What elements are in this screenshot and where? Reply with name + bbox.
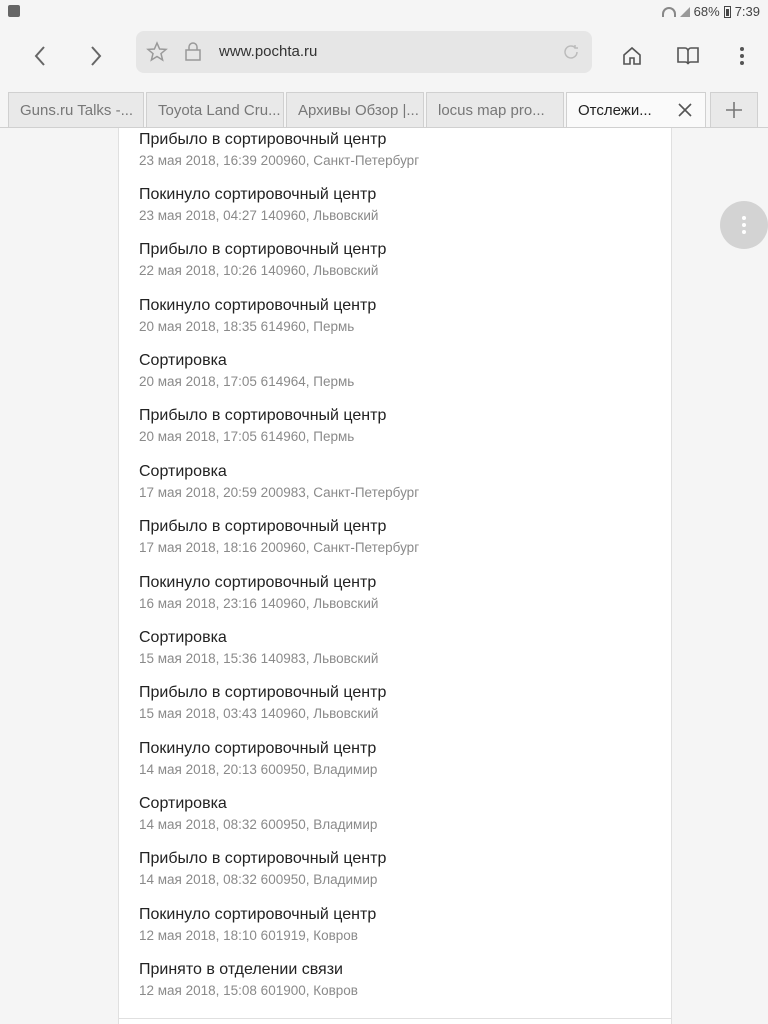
list-item: Покинуло сортировочный центр 23 мая 2018,…: [139, 185, 639, 225]
home-button[interactable]: [612, 36, 652, 76]
notification-icon: [8, 5, 20, 17]
list-item: Прибыло в сортировочный центр 23 мая 2018…: [139, 130, 639, 170]
more-vertical-icon-dot: [742, 223, 746, 227]
event-details: 17 мая 2018, 20:59 200983, Санкт-Петербу…: [139, 485, 420, 500]
menu-button[interactable]: [722, 36, 762, 76]
event-details: 23 мая 2018, 04:27 140960, Львовский: [139, 208, 379, 223]
clock: 7:39: [734, 4, 760, 19]
list-item: Сортировка 15 мая 2018, 15:36 140983, Льв…: [139, 628, 639, 668]
event-details: 12 мая 2018, 15:08 601900, Ковров: [139, 983, 358, 998]
list-item: Прибыло в сортировочный центр 15 мая 2018…: [139, 683, 639, 723]
browser-toolbar: www.pochta.ru: [0, 24, 768, 88]
list-item: Сортировка 20 мая 2018, 17:05 614964, Пер…: [139, 351, 639, 391]
status-indicators: 68% 7:39: [661, 4, 760, 19]
tab-label: Guns.ru Talks -...: [20, 102, 134, 119]
plus-icon: [726, 102, 742, 118]
list-item: Прибыло в сортировочный центр 20 мая 2018…: [139, 406, 639, 446]
tab-archives[interactable]: Архивы Обзор |...: [286, 92, 424, 127]
event-details: 17 мая 2018, 18:16 200960, Санкт-Петербу…: [139, 540, 420, 555]
event-status: Сортировка: [139, 629, 227, 646]
tab-toyota[interactable]: Toyota Land Cru...: [146, 92, 284, 127]
list-item: Покинуло сортировочный центр 12 мая 2018,…: [139, 905, 639, 945]
reload-icon[interactable]: [560, 41, 582, 63]
event-status: Прибыло в сортировочный центр: [139, 241, 387, 258]
list-item: Принято в отделении связи 12 мая 2018, 15…: [139, 960, 639, 1000]
list-item: Сортировка 17 мая 2018, 20:59 200983, Сан…: [139, 462, 639, 502]
tab-label: Архивы Обзор |...: [298, 102, 419, 119]
event-status: Покинуло сортировочный центр: [139, 740, 377, 757]
event-details: 14 мая 2018, 08:32 600950, Владимир: [139, 817, 378, 832]
list-item: Прибыло в сортировочный центр 14 мая 2018…: [139, 849, 639, 889]
bookmarks-button[interactable]: [668, 36, 708, 76]
event-status: Покинуло сортировочный центр: [139, 186, 377, 203]
event-details: 22 мая 2018, 10:26 140960, Львовский: [139, 263, 379, 278]
event-status: Сортировка: [139, 463, 227, 480]
url-text: www.pochta.ru: [219, 43, 318, 60]
battery-percent: 68%: [693, 4, 720, 19]
tab-tracking[interactable]: Отслежи...: [566, 92, 706, 128]
status-bar: 68% 7:39: [0, 0, 768, 24]
divider: [119, 1018, 671, 1019]
event-details: 14 мая 2018, 08:32 600950, Владимир: [139, 872, 378, 887]
more-vertical-icon: [742, 216, 746, 220]
lock-icon: [182, 41, 204, 63]
event-status: Сортировка: [139, 795, 227, 812]
tab-locus[interactable]: locus map pro...: [426, 92, 564, 127]
event-details: 20 мая 2018, 18:35 614960, Пермь: [139, 319, 355, 334]
list-item: Покинуло сортировочный центр 14 мая 2018,…: [139, 739, 639, 779]
floating-menu-button[interactable]: [720, 201, 768, 249]
list-item: Прибыло в сортировочный центр 22 мая 2018…: [139, 240, 639, 280]
event-status: Сортировка: [139, 352, 227, 369]
tab-label: Отслежи...: [578, 102, 652, 119]
back-button[interactable]: [20, 36, 60, 76]
new-tab-button[interactable]: [710, 92, 758, 127]
list-item: Сортировка 14 мая 2018, 08:32 600950, Вла…: [139, 794, 639, 834]
event-details: 16 мая 2018, 23:16 140960, Львовский: [139, 596, 379, 611]
event-details: 15 мая 2018, 03:43 140960, Львовский: [139, 706, 379, 721]
signal-icon: [679, 6, 690, 17]
tab-strip: Guns.ru Talks -... Toyota Land Cru... Ар…: [0, 92, 768, 128]
forward-button[interactable]: [76, 36, 116, 76]
event-details: 14 мая 2018, 20:13 600950, Владимир: [139, 762, 378, 777]
book-icon: [677, 47, 699, 65]
more-vertical-icon: [740, 47, 744, 65]
event-status: Покинуло сортировочный центр: [139, 574, 377, 591]
list-item: Покинуло сортировочный центр 16 мая 2018,…: [139, 573, 639, 613]
list-item: Покинуло сортировочный центр 20 мая 2018,…: [139, 296, 639, 336]
list-item: Прибыло в сортировочный центр 17 мая 2018…: [139, 517, 639, 557]
event-status: Прибыло в сортировочный центр: [139, 407, 387, 424]
event-status: Принято в отделении связи: [139, 961, 343, 978]
address-bar[interactable]: www.pochta.ru: [136, 31, 592, 73]
tab-label: locus map pro...: [438, 102, 545, 119]
event-details: 12 мая 2018, 18:10 601919, Ковров: [139, 928, 358, 943]
event-details: 15 мая 2018, 15:36 140983, Львовский: [139, 651, 379, 666]
event-details: 20 мая 2018, 17:05 614964, Пермь: [139, 374, 355, 389]
tracking-history: Прибыло в сортировочный центр 23 мая 2018…: [118, 128, 672, 1024]
event-status: Покинуло сортировочный центр: [139, 906, 377, 923]
chevron-right-icon: [91, 46, 102, 66]
event-status: Прибыло в сортировочный центр: [139, 518, 387, 535]
battery-icon: [723, 5, 731, 18]
home-icon: [623, 46, 641, 65]
tab-label: Toyota Land Cru...: [158, 102, 281, 119]
bookmark-star-icon[interactable]: [146, 41, 168, 63]
wifi-icon: [661, 6, 676, 17]
event-details: 23 мая 2018, 16:39 200960, Санкт-Петербу…: [139, 153, 420, 168]
event-status: Прибыло в сортировочный центр: [139, 131, 387, 148]
event-status: Прибыло в сортировочный центр: [139, 684, 387, 701]
chevron-left-icon: [34, 46, 45, 66]
close-tab-icon[interactable]: [677, 102, 693, 118]
event-status: Прибыло в сортировочный центр: [139, 850, 387, 867]
more-vertical-icon-dot: [742, 230, 746, 234]
tab-guns[interactable]: Guns.ru Talks -...: [8, 92, 144, 127]
event-status: Покинуло сортировочный центр: [139, 297, 377, 314]
event-details: 20 мая 2018, 17:05 614960, Пермь: [139, 429, 355, 444]
